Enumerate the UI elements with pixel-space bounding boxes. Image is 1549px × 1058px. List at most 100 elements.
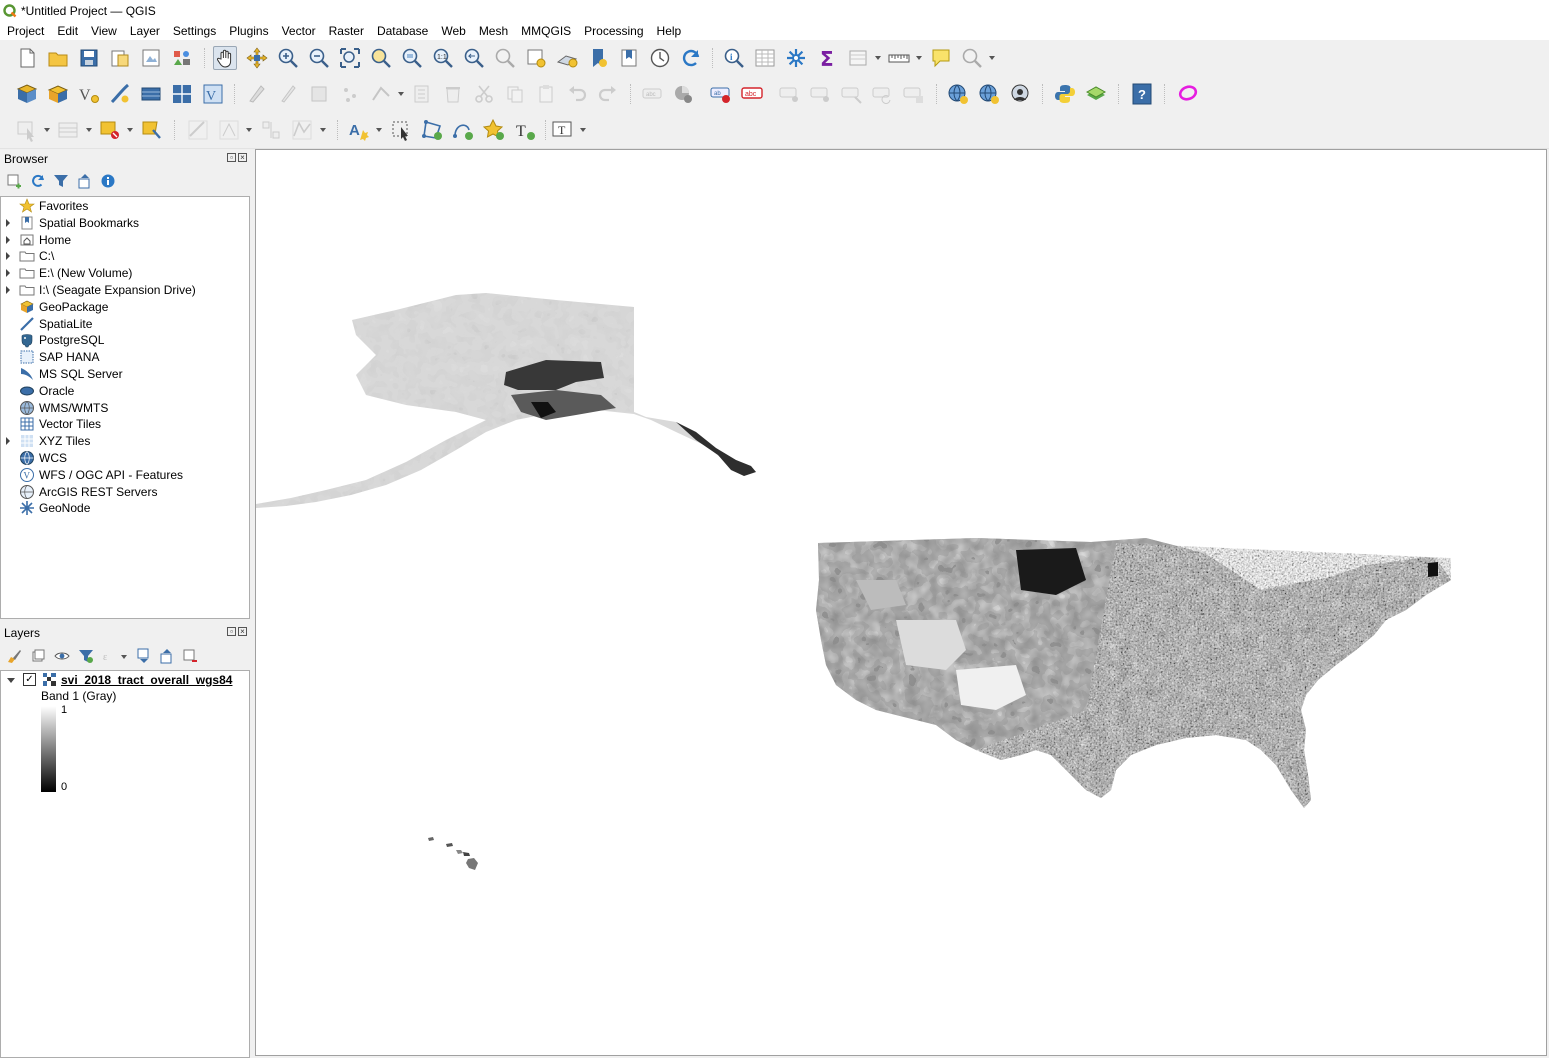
add-line-annotation-icon[interactable]	[451, 118, 475, 142]
new-geopackage-layer-icon[interactable]	[46, 82, 70, 106]
menu-raster[interactable]: Raster	[322, 24, 370, 38]
add-wfs-layer-icon[interactable]	[1008, 82, 1032, 106]
toggle-editing-icon[interactable]	[276, 82, 300, 106]
data-source-manager-icon[interactable]	[15, 82, 39, 106]
paste-features-icon[interactable]	[534, 82, 558, 106]
select-by-value-icon[interactable]	[56, 118, 80, 142]
lasso-selection-icon[interactable]	[1176, 82, 1200, 106]
expand-arrow-icon[interactable]	[6, 218, 10, 227]
menu-mesh[interactable]: Mesh	[472, 24, 514, 38]
cut-features-icon[interactable]	[472, 82, 496, 106]
rotate-label-icon[interactable]	[871, 82, 895, 106]
add-marker-annotation-icon[interactable]	[482, 118, 506, 142]
filter-legend-icon[interactable]	[78, 648, 94, 664]
locate-icon[interactable]	[960, 46, 984, 70]
pin-labels-icon[interactable]	[778, 82, 802, 106]
open-table-icon[interactable]	[846, 46, 870, 70]
plugin-manager-icon[interactable]	[1084, 82, 1108, 106]
move-feature-icon[interactable]	[217, 118, 241, 142]
browser-item[interactable]: I:\ (Seagate Expansion Drive)	[1, 282, 247, 298]
zoom-in-icon[interactable]	[276, 46, 300, 70]
browser-item[interactable]: Oracle	[1, 383, 247, 399]
modify-attributes-icon[interactable]	[410, 82, 434, 106]
layer-diagram-options-icon[interactable]: abc	[740, 82, 764, 106]
new-temporary-layer-icon[interactable]	[170, 82, 194, 106]
zoom-to-layer-icon[interactable]	[400, 46, 424, 70]
new-mesh-layer-icon[interactable]: V	[201, 82, 225, 106]
new-virtual-layer-icon[interactable]	[139, 82, 163, 106]
python-console-icon[interactable]	[1053, 82, 1077, 106]
float-panel-icon[interactable]: ▫	[227, 627, 236, 636]
temporal-controller-icon[interactable]	[648, 46, 672, 70]
collapse-layer-arrow-icon[interactable]	[7, 678, 15, 683]
zoom-last-icon[interactable]	[462, 46, 486, 70]
add-wcs-layer-icon[interactable]	[977, 82, 1001, 106]
menu-vector[interactable]: Vector	[275, 24, 322, 38]
collapse-all-layers-icon[interactable]	[159, 648, 175, 664]
measure-line-icon[interactable]	[887, 46, 911, 70]
vertex-tool-icon[interactable]	[369, 82, 393, 106]
browser-item[interactable]: ArcGIS REST Servers	[1, 484, 247, 500]
filter-browser-icon[interactable]	[53, 173, 69, 189]
expand-arrow-icon[interactable]	[6, 437, 10, 446]
menu-help[interactable]: Help	[650, 24, 688, 38]
toolbox-icon[interactable]	[784, 46, 808, 70]
menu-edit[interactable]: Edit	[50, 24, 84, 38]
map-canvas[interactable]	[255, 149, 1547, 1056]
move-label-icon[interactable]	[840, 82, 864, 106]
new-map-view-icon[interactable]	[524, 46, 548, 70]
add-text-annotation-icon[interactable]: T	[513, 118, 537, 142]
browser-item[interactable]: GeoNode	[1, 500, 247, 516]
add-group-icon[interactable]	[30, 648, 46, 664]
current-edits-icon[interactable]	[245, 82, 269, 106]
manage-map-themes-icon[interactable]	[54, 648, 70, 664]
new-bookmark-icon[interactable]	[586, 46, 610, 70]
text-annotation-icon[interactable]: T	[550, 118, 574, 142]
copy-features-icon[interactable]	[503, 82, 527, 106]
save-layer-edits-icon[interactable]	[307, 82, 331, 106]
deselect-features-icon[interactable]	[98, 118, 122, 142]
close-panel-icon[interactable]: ×	[238, 627, 247, 636]
browser-item[interactable]: PostgreSQL	[1, 332, 247, 348]
select-features-icon[interactable]	[15, 118, 39, 142]
remove-layer-icon[interactable]	[182, 648, 198, 664]
menu-processing[interactable]: Processing	[577, 24, 649, 38]
identify-features-icon[interactable]: i	[722, 46, 746, 70]
label-toolbar-icon[interactable]: A	[347, 118, 371, 142]
layer-labeling-options-icon[interactable]: ab	[709, 82, 733, 106]
new-shapefile-layer-icon[interactable]: V	[77, 82, 101, 106]
select-annotation-icon[interactable]	[389, 118, 413, 142]
new-3d-map-view-icon[interactable]	[555, 46, 579, 70]
split-features-icon[interactable]	[259, 118, 283, 142]
digitize-shape-icon[interactable]	[186, 118, 210, 142]
new-spatialite-layer-icon[interactable]	[108, 82, 132, 106]
layer-visibility-checkbox[interactable]: ✓	[23, 673, 36, 686]
show-hide-labels-icon[interactable]	[809, 82, 833, 106]
menu-mmqgis[interactable]: MMQGIS	[514, 24, 577, 38]
label-tool-icon[interactable]: abc	[640, 82, 664, 106]
browser-item[interactable]: GeoPackage	[1, 299, 247, 315]
zoom-next-icon[interactable]	[493, 46, 517, 70]
refresh-icon[interactable]	[679, 46, 703, 70]
float-panel-icon[interactable]: ▫	[227, 153, 236, 162]
help-contents-icon[interactable]: ?	[1130, 82, 1154, 106]
refresh-browser-icon[interactable]	[30, 173, 46, 189]
browser-item[interactable]: Favorites	[1, 198, 247, 214]
style-manager-icon[interactable]	[170, 46, 194, 70]
delete-selected-icon[interactable]	[441, 82, 465, 106]
layout-manager-icon[interactable]	[139, 46, 163, 70]
pan-map-icon[interactable]	[213, 46, 237, 70]
expand-arrow-icon[interactable]	[6, 252, 10, 261]
menu-layer[interactable]: Layer	[123, 24, 166, 38]
expand-arrow-icon[interactable]	[6, 269, 10, 278]
browser-item[interactable]: C:\	[1, 248, 247, 264]
expand-all-icon[interactable]	[136, 648, 152, 664]
menu-plugins[interactable]: Plugins	[222, 24, 274, 38]
add-selected-layers-icon[interactable]	[6, 173, 22, 189]
save-project-icon[interactable]	[77, 46, 101, 70]
map-tips-icon[interactable]	[929, 46, 953, 70]
zoom-to-selection-icon[interactable]	[369, 46, 393, 70]
add-feature-icon[interactable]	[338, 82, 362, 106]
attribute-table-icon[interactable]	[753, 46, 777, 70]
statistical-summary-icon[interactable]: Σ	[815, 46, 839, 70]
